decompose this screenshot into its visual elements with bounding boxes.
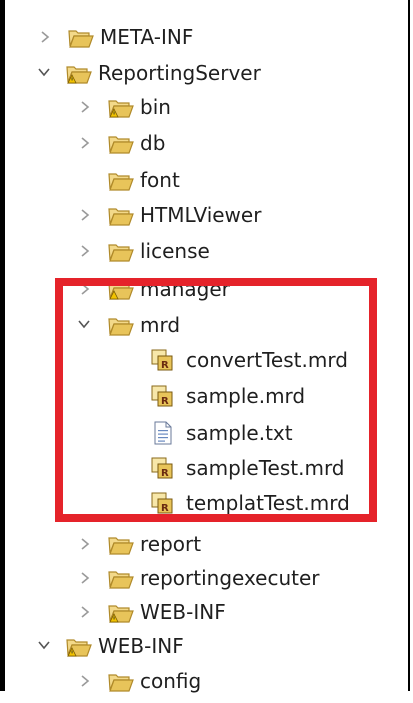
open-folder-icon: [108, 239, 134, 263]
chevron-right-icon[interactable]: [78, 272, 94, 306]
mrd-file-icon: R: [150, 456, 176, 480]
tree-item-label: report: [140, 532, 202, 556]
mrd-file-icon: R: [150, 348, 176, 372]
tree-item-label: WEB-INF: [140, 600, 226, 624]
tree-item-web-inf-sub[interactable]: WEB-INF: [0, 595, 400, 629]
chevron-right-icon[interactable]: [78, 90, 94, 124]
open-folder-icon: [108, 532, 134, 556]
open-folder-icon: [108, 566, 134, 590]
tree-item-report[interactable]: report: [0, 527, 400, 561]
svg-text:R: R: [161, 396, 169, 407]
open-folder-warning-icon: [108, 277, 134, 301]
tree-item-label: license: [140, 239, 210, 263]
window-right-border: [408, 0, 410, 691]
svg-text:R: R: [161, 503, 169, 514]
tree-item-label: META-INF: [100, 25, 194, 49]
open-folder-icon: [108, 131, 134, 155]
tree-item-label: templatTest.mrd: [186, 491, 350, 515]
tree-item-config[interactable]: config: [0, 664, 400, 698]
mrd-file-icon: R: [150, 491, 176, 515]
tree-item-label: mrd: [140, 313, 181, 337]
chevron-right-icon[interactable]: [78, 527, 94, 561]
open-folder-icon: [68, 25, 94, 49]
open-folder-icon: [108, 203, 134, 227]
svg-text:R: R: [161, 468, 169, 479]
svg-text:R: R: [161, 360, 169, 371]
tree-item-label: ReportingServer: [98, 61, 261, 85]
tree-item-label: manager: [140, 277, 230, 301]
tree-item-db[interactable]: db: [0, 126, 400, 160]
open-folder-icon: [108, 168, 134, 192]
tree-item-label: font: [140, 168, 180, 192]
mrd-file-icon: R: [150, 384, 176, 408]
tree-item-manager[interactable]: manager: [0, 272, 400, 306]
tree-item-mrd[interactable]: mrd: [0, 308, 400, 342]
chevron-down-icon[interactable]: [36, 629, 52, 663]
tree-item-bin[interactable]: bin: [0, 90, 400, 124]
tree-item-label: convertTest.mrd: [186, 348, 348, 372]
tree-item-font[interactable]: font: [0, 163, 400, 197]
tree-item-reportingexecuter[interactable]: reportingexecuter: [0, 561, 400, 595]
tree-item-label: WEB-INF: [98, 634, 184, 658]
chevron-right-icon[interactable]: [78, 234, 94, 268]
tree-item-file[interactable]: R sample.mrd: [0, 379, 400, 413]
tree-item-label: config: [140, 669, 202, 693]
chevron-down-icon[interactable]: [36, 56, 52, 90]
tree-item-file[interactable]: sample.txt: [0, 416, 400, 450]
tree-item-file[interactable]: R convertTest.mrd: [0, 343, 400, 377]
tree-item-label: bin: [140, 95, 171, 119]
chevron-right-icon[interactable]: [38, 20, 54, 54]
tree-item-label: sample.mrd: [186, 384, 306, 408]
tree-item-label: HTMLViewer: [140, 203, 262, 227]
text-file-icon: [152, 421, 178, 445]
open-folder-warning-icon: [108, 600, 134, 624]
open-folder-warning-icon: [66, 634, 92, 658]
tree-item-reportingserver[interactable]: ReportingServer: [0, 56, 400, 90]
tree-item-meta-inf[interactable]: META-INF: [0, 20, 400, 54]
tree-item-label: sampleTest.mrd: [186, 456, 345, 480]
tree-item-label: db: [140, 131, 166, 155]
chevron-down-icon[interactable]: [76, 308, 92, 342]
chevron-right-icon[interactable]: [78, 198, 94, 232]
tree-item-label: reportingexecuter: [140, 566, 320, 590]
tree-item-file[interactable]: R sampleTest.mrd: [0, 451, 400, 485]
tree-item-label: sample.txt: [186, 421, 293, 445]
open-folder-warning-icon: [108, 95, 134, 119]
project-explorer-tree: META-INF ReportingServer bin db font HTM…: [0, 0, 405, 693]
chevron-right-icon[interactable]: [78, 595, 94, 629]
tree-item-htmlviewer[interactable]: HTMLViewer: [0, 198, 400, 232]
open-folder-warning-icon: [66, 61, 92, 85]
chevron-right-icon[interactable]: [78, 561, 94, 595]
chevron-right-icon[interactable]: [78, 664, 94, 698]
open-folder-icon: [108, 313, 134, 337]
chevron-right-icon[interactable]: [78, 126, 94, 160]
tree-item-file[interactable]: R templatTest.mrd: [0, 486, 400, 520]
tree-item-web-inf-root[interactable]: WEB-INF: [0, 629, 400, 663]
open-folder-icon: [108, 669, 134, 693]
tree-item-license[interactable]: license: [0, 234, 400, 268]
